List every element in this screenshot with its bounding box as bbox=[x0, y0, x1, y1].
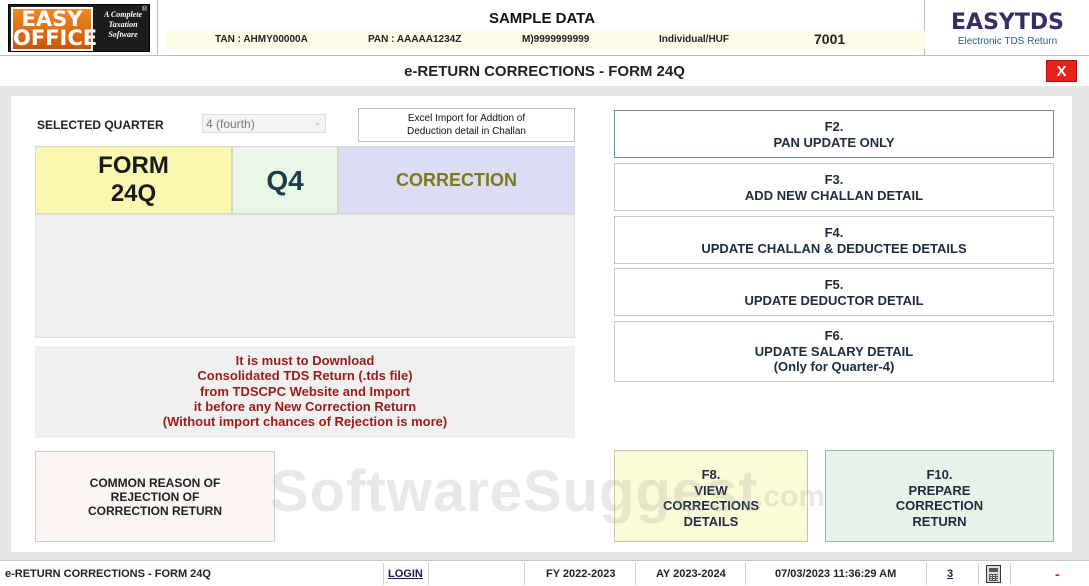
logo-registered-mark: ® bbox=[141, 6, 147, 13]
f10-prepare-return-button[interactable]: F10. PREPARE CORRECTION RETURN bbox=[825, 450, 1054, 542]
calculator-keys bbox=[989, 574, 998, 581]
f5-update-deductor-button[interactable]: F5. UPDATE DEDUCTOR DETAIL bbox=[614, 268, 1054, 316]
f5-key: F5. bbox=[824, 277, 844, 292]
f4-key: F4. bbox=[824, 225, 844, 240]
client-code: 7001 bbox=[814, 31, 846, 47]
window-title: e-RETURN CORRECTIONS - FORM 24Q bbox=[404, 63, 685, 80]
f6-label: UPDATE SALARY DETAIL bbox=[754, 343, 914, 359]
f8-key: F8. bbox=[701, 467, 721, 482]
form-number: 24Q bbox=[110, 180, 157, 207]
logo-tagline: A Complete Taxation Software bbox=[104, 10, 142, 39]
status-divider bbox=[635, 563, 636, 585]
f5-label: UPDATE DEDUCTOR DETAIL bbox=[744, 292, 924, 308]
form-label: FORM bbox=[98, 152, 169, 179]
assessment-year: AY 2023-2024 bbox=[656, 568, 726, 580]
f3-add-challan-button[interactable]: F3. ADD NEW CHALLAN DETAIL bbox=[614, 163, 1054, 211]
brand-title: EASYTDS bbox=[951, 10, 1064, 35]
selected-quarter-label: SELECTED QUARTER bbox=[37, 118, 164, 132]
mobile-number: M)9999999999 bbox=[522, 34, 590, 45]
f8-line-3: DETAILS bbox=[683, 513, 739, 529]
f2-label: PAN UPDATE ONLY bbox=[773, 134, 895, 150]
f3-key: F3. bbox=[824, 172, 844, 187]
import-warning-message: It is must to Download Consolidated TDS … bbox=[35, 346, 575, 438]
warning-line-4: it before any New Correction Return bbox=[193, 398, 417, 414]
header-info-panel: SAMPLE DATA TAN : AHMY00000A PAN : AAAAA… bbox=[157, 0, 926, 56]
assessee-status: Individual/HUF bbox=[659, 34, 729, 45]
quarter-select-value: 4 (fourth) bbox=[206, 117, 255, 131]
f2-key: F2. bbox=[824, 119, 844, 134]
easy-office-logo: EASY OFFICE A Complete Taxation Software… bbox=[8, 4, 150, 52]
calculator-screen bbox=[989, 568, 998, 572]
status-bar: e-RETURN CORRECTIONS - FORM 24Q LOGIN FY… bbox=[0, 560, 1089, 586]
f8-line-1: VIEW bbox=[694, 482, 728, 498]
logo-text-bottom: OFFICE bbox=[13, 26, 98, 50]
company-title: SAMPLE DATA bbox=[488, 10, 596, 27]
details-area bbox=[35, 214, 575, 338]
chevron-down-icon: ⌄ bbox=[313, 117, 321, 127]
financial-year: FY 2022-2023 bbox=[546, 568, 616, 580]
rejection-reasons-button[interactable]: COMMON REASON OF REJECTION OF CORRECTION… bbox=[35, 451, 275, 542]
f4-update-challan-deductee-button[interactable]: F4. UPDATE CHALLAN & DEDUCTEE DETAILS bbox=[614, 216, 1054, 264]
current-datetime: 07/03/2023 11:36:29 AM bbox=[775, 568, 897, 580]
warning-line-2: Consolidated TDS Return (.tds file) bbox=[197, 368, 413, 384]
minimize-button[interactable]: - bbox=[1055, 561, 1060, 586]
excel-import-button[interactable]: Excel Import for Addtion of Deduction de… bbox=[358, 108, 575, 142]
status-screen-name: e-RETURN CORRECTIONS - FORM 24Q bbox=[5, 568, 211, 580]
f10-key: F10. bbox=[926, 467, 953, 482]
excel-import-label-line1: Excel Import for Addtion of bbox=[407, 113, 526, 124]
count-link[interactable]: 3 bbox=[947, 561, 953, 586]
f8-view-corrections-button[interactable]: F8. VIEW CORRECTIONS DETAILS bbox=[614, 450, 808, 542]
status-divider bbox=[926, 563, 927, 585]
pan-number: PAN : AAAAA1234Z bbox=[368, 34, 462, 45]
f10-line-3: RETURN bbox=[912, 513, 967, 529]
status-divider bbox=[1010, 563, 1011, 585]
f6-update-salary-button[interactable]: F6. UPDATE SALARY DETAIL (Only for Quart… bbox=[614, 321, 1054, 382]
status-divider bbox=[745, 563, 746, 585]
main-area: SELECTED QUARTER 4 (fourth) ⌄ Excel Impo… bbox=[0, 86, 1089, 560]
f2-pan-update-button[interactable]: F2. PAN UPDATE ONLY bbox=[614, 110, 1054, 158]
login-link[interactable]: LOGIN bbox=[388, 561, 423, 586]
status-divider bbox=[978, 563, 979, 585]
f6-key: F6. bbox=[824, 328, 844, 343]
f3-label: ADD NEW CHALLAN DETAIL bbox=[744, 187, 924, 203]
warning-line-3: from TDSCPC Website and Import bbox=[200, 383, 410, 399]
reason-line-3: CORRECTION RETURN bbox=[88, 504, 222, 518]
f6-note: (Only for Quarter-4) bbox=[773, 359, 895, 374]
tan-number: TAN : AHMY00000A bbox=[215, 34, 308, 45]
f8-line-2: CORRECTIONS bbox=[662, 498, 760, 513]
form-type-cell: FORM 24Q bbox=[35, 146, 232, 214]
corrections-panel: SELECTED QUARTER 4 (fourth) ⌄ Excel Impo… bbox=[11, 96, 1072, 552]
status-divider bbox=[383, 563, 384, 585]
f4-label: UPDATE CHALLAN & DEDUCTEE DETAILS bbox=[701, 240, 967, 256]
status-divider bbox=[524, 563, 525, 585]
quarter-cell: Q4 bbox=[232, 146, 338, 214]
return-type-cell: CORRECTION bbox=[338, 146, 575, 214]
reason-line-1: COMMON REASON OF bbox=[89, 476, 221, 490]
quarter-select[interactable]: 4 (fourth) ⌄ bbox=[202, 114, 326, 133]
brand-subtitle: Electronic TDS Return bbox=[957, 36, 1058, 47]
window-title-bar: e-RETURN CORRECTIONS - FORM 24Q X bbox=[0, 56, 1089, 86]
f10-line-2: CORRECTION bbox=[895, 498, 984, 513]
close-button[interactable]: X bbox=[1046, 60, 1077, 82]
status-divider bbox=[428, 563, 429, 585]
warning-line-5: (Without import chances of Rejection is … bbox=[162, 414, 448, 430]
easytds-brand: EASYTDS Electronic TDS Return bbox=[926, 0, 1089, 56]
excel-import-label-line2: Deduction detail in Challan bbox=[407, 126, 526, 137]
calculator-icon[interactable] bbox=[986, 565, 1001, 583]
warning-line-1: It is must to Download bbox=[235, 353, 375, 368]
logo-mark: EASY OFFICE bbox=[11, 7, 98, 51]
app-header: EASY OFFICE A Complete Taxation Software… bbox=[0, 0, 1089, 56]
reason-line-2: REJECTION OF bbox=[110, 490, 200, 504]
f10-line-1: PREPARE bbox=[908, 482, 971, 498]
